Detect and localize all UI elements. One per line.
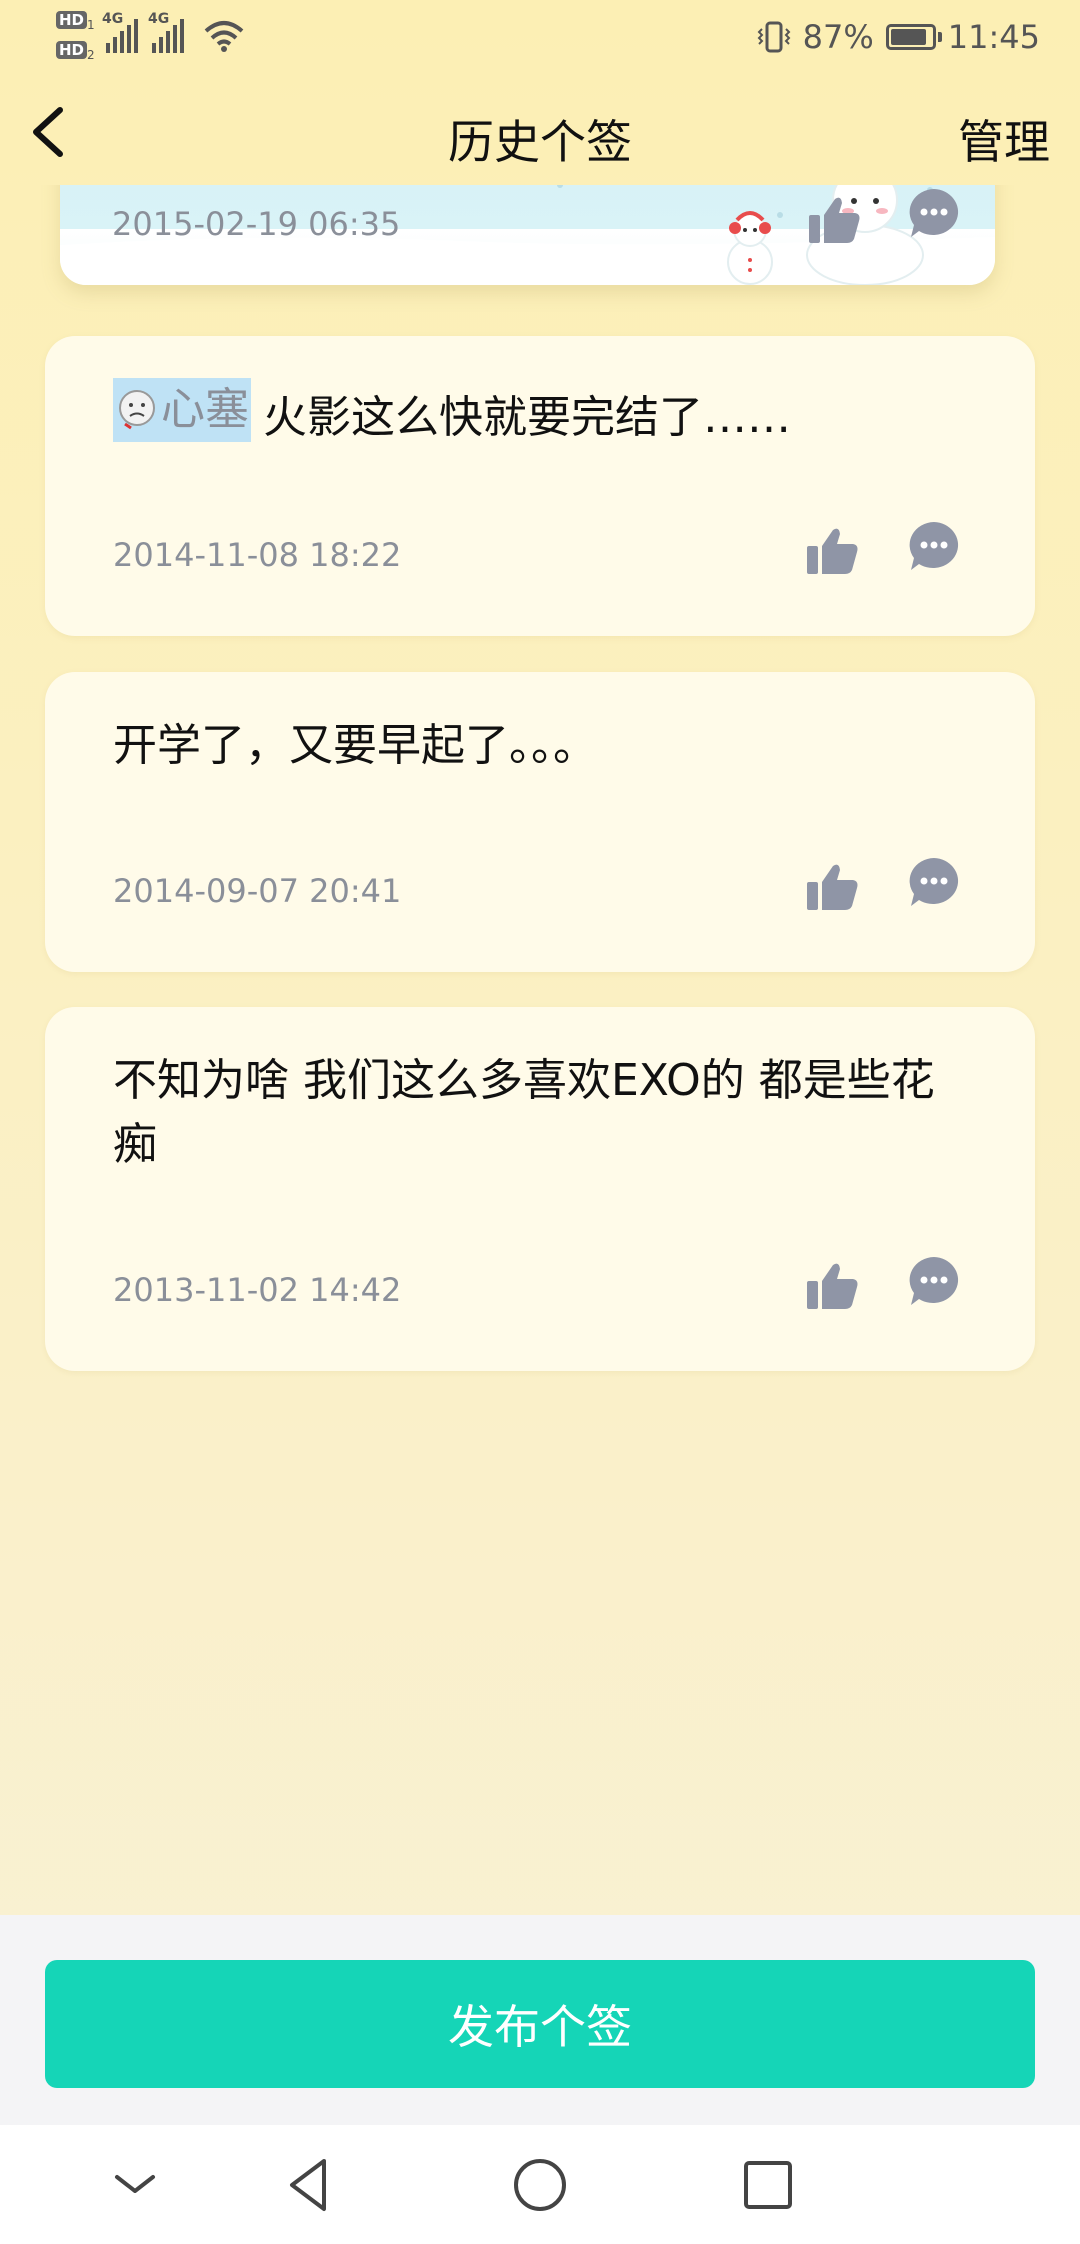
signature-history-list[interactable]: 2015-02-19 06:35 心塞 火影这么快就要完结了…… 2014-11… [0, 185, 1080, 1915]
battery-percent: 87% [802, 18, 874, 56]
hd2-badge: HD [56, 40, 88, 59]
signature-text: 不知为啥 我们这么多喜欢EXO的 都是些花痴 [113, 1055, 935, 1170]
comment-button[interactable] [905, 1253, 963, 1311]
hd2-sub: 2 [87, 48, 95, 62]
comment-button[interactable] [905, 185, 963, 243]
page-title: 历史个签 [448, 115, 632, 169]
nav-recents-icon [744, 2161, 792, 2209]
bottom-action-bar: 发布个签 [0, 1915, 1080, 2125]
hd1-sub: 1 [87, 18, 95, 33]
like-button[interactable] [805, 191, 863, 249]
like-button[interactable] [803, 858, 861, 916]
nav-back-icon [290, 2159, 326, 2211]
signal-1-icon: 4G [102, 11, 138, 53]
nav-home-button[interactable] [510, 2155, 570, 2215]
hd1-badge: HD [56, 11, 88, 29]
signature-card[interactable]: 心塞 火影这么快就要完结了…… 2014-11-08 18:22 [45, 336, 1035, 636]
net-type-1: 4G [102, 11, 124, 27]
status-bar-right: 87% 11:45 [757, 18, 1040, 56]
signature-card-themed[interactable]: 2015-02-19 06:35 [60, 185, 995, 285]
status-bar: HD 1 HD 2 4G 4G 87% 11:45 [0, 0, 1080, 80]
comment-bubble-icon [909, 858, 959, 906]
signature-date: 2015-02-19 06:35 [112, 205, 401, 243]
sim-indicators: HD 1 HD 2 [56, 10, 95, 62]
nav-collapse-button[interactable] [105, 2155, 165, 2215]
publish-signature-button[interactable]: 发布个签 [45, 1960, 1035, 2088]
thumbs-up-icon [807, 528, 858, 574]
signature-date: 2014-09-07 20:41 [113, 872, 402, 910]
signature-text: 火影这么快就要完结了…… [263, 392, 791, 443]
thumbs-up-icon [809, 197, 860, 243]
signature-text-row: 心塞 火影这么快就要完结了…… [113, 378, 945, 450]
signature-card[interactable]: 开学了，又要早起了。。。 2014-09-07 20:41 [45, 672, 1035, 972]
clock: 11:45 [947, 18, 1040, 56]
manage-button[interactable]: 管理 [958, 106, 1050, 172]
signature-card[interactable]: 不知为啥 我们这么多喜欢EXO的 都是些花痴 2013-11-02 14:42 [45, 1007, 1035, 1371]
mood-tag[interactable]: 心塞 [113, 378, 251, 442]
signature-date: 2014-11-08 18:22 [113, 536, 402, 574]
signature-text: 开学了，又要早起了。。。 [113, 720, 597, 771]
snowman-small-icon [727, 211, 773, 285]
app-header: 历史个签 管理 [0, 80, 1080, 185]
battery-icon [885, 24, 942, 50]
nav-recents-button[interactable] [738, 2155, 798, 2215]
like-button[interactable] [803, 1257, 861, 1315]
thumbs-up-icon [807, 864, 858, 910]
comment-button[interactable] [905, 518, 963, 576]
sad-face-icon [119, 390, 155, 430]
signature-date: 2013-11-02 14:42 [113, 1271, 402, 1309]
net-type-2: 4G [148, 11, 170, 27]
nav-collapse-icon [115, 2175, 155, 2193]
status-bar-left: HD 1 HD 2 4G 4G [56, 10, 244, 62]
thumbs-up-icon [807, 1263, 858, 1309]
system-navigation-bar [0, 2125, 1080, 2244]
comment-bubble-icon [909, 522, 959, 570]
battery-level-fill [890, 29, 926, 45]
comment-button[interactable] [905, 854, 963, 912]
wifi-icon [204, 21, 244, 52]
comment-bubble-icon [909, 189, 959, 237]
vibrate-icon [757, 21, 791, 53]
nav-back-button[interactable] [280, 2155, 340, 2215]
like-button[interactable] [803, 522, 861, 580]
comment-bubble-icon [909, 1257, 959, 1305]
mood-tag-label: 心塞 [161, 384, 249, 435]
nav-home-icon [514, 2159, 566, 2211]
signal-2-icon: 4G [148, 11, 184, 53]
